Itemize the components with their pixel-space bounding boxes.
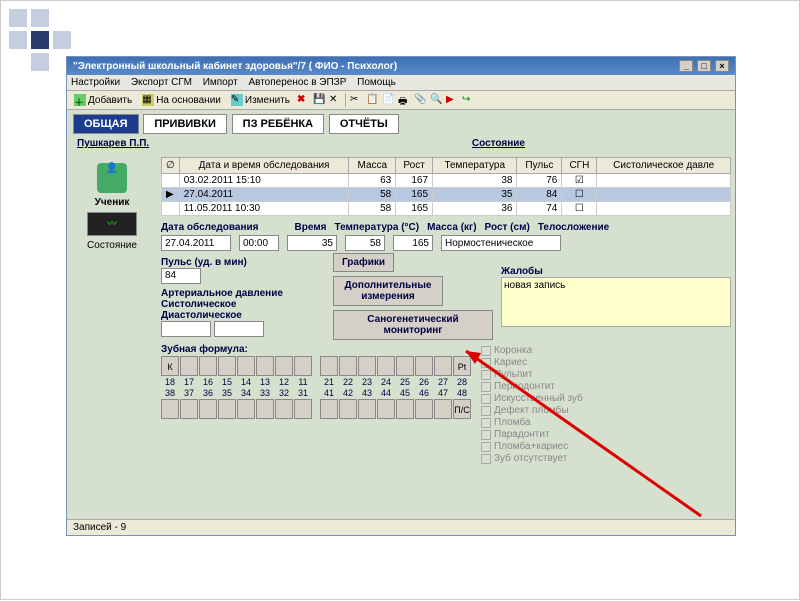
col-flag: ∅ <box>162 158 180 174</box>
menubar: Настройки Экспорт СГМ Импорт Автоперенос… <box>67 75 735 91</box>
menu-item[interactable]: Импорт <box>203 77 238 88</box>
print-icon[interactable]: 🖶 <box>398 94 410 106</box>
attach-icon[interactable]: 📎 <box>414 94 426 106</box>
main-area: ∅ Дата и время обследования Масса Рост Т… <box>157 153 735 513</box>
cut-icon[interactable]: ✂ <box>350 94 362 106</box>
table-row: 03.02.2011 15:10631673876☑ <box>162 174 731 188</box>
col-pulse: Пульс <box>517 158 562 174</box>
bp-label: Артериальное давление <box>161 288 315 299</box>
tab-child[interactable]: ПЗ РЕБЁНКА <box>232 114 324 134</box>
student-icon[interactable]: 👤 <box>97 163 127 193</box>
exit-icon[interactable]: ↪ <box>462 94 474 106</box>
tab-vaccines[interactable]: ПРИВИВКИ <box>143 114 227 134</box>
date-label: Дата обследования <box>161 222 258 233</box>
date-field[interactable] <box>161 235 231 251</box>
menu-item[interactable]: Автоперенос в ЭПЗР <box>248 77 346 88</box>
exams-table[interactable]: ∅ Дата и время обследования Масса Рост Т… <box>161 157 731 216</box>
extra-measurements-button[interactable]: Дополнительные измерения <box>333 276 443 306</box>
menu-item[interactable]: Экспорт СГМ <box>131 77 192 88</box>
table-row: 11.05.2011 10:30581653674☐ <box>162 202 731 216</box>
complaints-label: Жалобы <box>501 266 731 277</box>
tabs: ОБЩАЯ ПРИВИВКИ ПЗ РЕБЁНКА ОТЧЁТЫ <box>67 110 735 134</box>
pulse-label: Пульс (уд. в мин) <box>161 257 315 268</box>
state-link[interactable]: Состояние <box>472 138 525 149</box>
tab-reports[interactable]: ОТЧЁТЫ <box>329 114 399 134</box>
state-icon[interactable]: 〰 <box>87 212 137 236</box>
col-datetime: Дата и время обследования <box>179 158 349 174</box>
edit-button[interactable]: ✎Изменить <box>228 93 293 107</box>
table-row: ▶27.04.2011581653584☐ <box>162 188 731 202</box>
sanogenetic-button[interactable]: Саногенетический мониторинг <box>333 310 493 340</box>
menu-item[interactable]: Настройки <box>71 77 120 88</box>
body-field[interactable] <box>441 235 561 251</box>
close-button[interactable]: × <box>715 60 729 72</box>
col-sgn: СГН <box>562 158 597 174</box>
save-icon[interactable]: 💾 <box>313 94 325 106</box>
titlebar: "Электронный школьный кабинет здоровья"/… <box>67 57 735 75</box>
time-field[interactable] <box>239 235 279 251</box>
delete-icon[interactable]: ✖ <box>297 94 309 106</box>
tooth-pt[interactable]: Pt <box>453 356 471 376</box>
state-label: Состояние <box>73 240 151 251</box>
side-panel: 👤 Ученик 〰 Состояние <box>67 153 157 513</box>
add-button[interactable]: ＋Добавить <box>71 93 135 107</box>
status-bar: Записей - 9 <box>67 519 735 535</box>
temp-field[interactable] <box>287 235 337 251</box>
tab-general[interactable]: ОБЩАЯ <box>73 114 139 134</box>
temp-label: Температура (°C) <box>334 222 419 233</box>
maximize-button[interactable]: □ <box>697 60 711 72</box>
menu-item[interactable]: Помощь <box>357 77 396 88</box>
student-name-link[interactable]: Пушкарев П.П. <box>77 138 149 149</box>
dental-label: Зубная формула: <box>161 344 471 355</box>
app-window: "Электронный школьный кабинет здоровья"/… <box>66 56 736 536</box>
search-icon[interactable]: 🔍 <box>430 94 442 106</box>
mass-label: Масса (кг) <box>427 222 476 233</box>
copy-icon[interactable]: 📋 <box>366 94 378 106</box>
complaints-field[interactable]: новая запись <box>501 277 731 327</box>
col-temp: Температура <box>433 158 517 174</box>
height-field[interactable] <box>393 235 433 251</box>
export-icon[interactable]: ▶ <box>446 94 458 106</box>
charts-button[interactable]: Графики <box>333 253 394 272</box>
minimize-button[interactable]: _ <box>679 60 693 72</box>
col-systolic: Систолическое давле <box>597 158 731 174</box>
height-label: Рост (см) <box>485 222 530 233</box>
body-label: Телосложение <box>538 222 609 233</box>
toolbar: ＋Добавить ▦На основании ✎Изменить ✖ 💾 ✕ … <box>67 91 735 110</box>
cancel-icon[interactable]: ✕ <box>329 94 341 106</box>
col-height: Рост <box>396 158 433 174</box>
col-mass: Масса <box>349 158 396 174</box>
mass-field[interactable] <box>345 235 385 251</box>
dental-lower-row: П/С <box>161 399 471 419</box>
based-on-button[interactable]: ▦На основании <box>139 93 224 107</box>
tooth-k[interactable]: К <box>161 356 179 376</box>
dental-upper-row: К Pt <box>161 356 471 376</box>
diastolic-field[interactable] <box>214 321 264 337</box>
student-label: Ученик <box>73 197 151 208</box>
tooth-ps[interactable]: П/С <box>453 399 471 419</box>
pulse-field[interactable] <box>161 268 201 284</box>
paste-icon[interactable]: 📄 <box>382 94 394 106</box>
window-title: "Электронный школьный кабинет здоровья"/… <box>73 61 397 72</box>
dental-checklist: Коронка Кариес Пульпит Периодонтит Искус… <box>481 344 583 465</box>
systolic-field[interactable] <box>161 321 211 337</box>
time-label: Время <box>294 222 326 233</box>
